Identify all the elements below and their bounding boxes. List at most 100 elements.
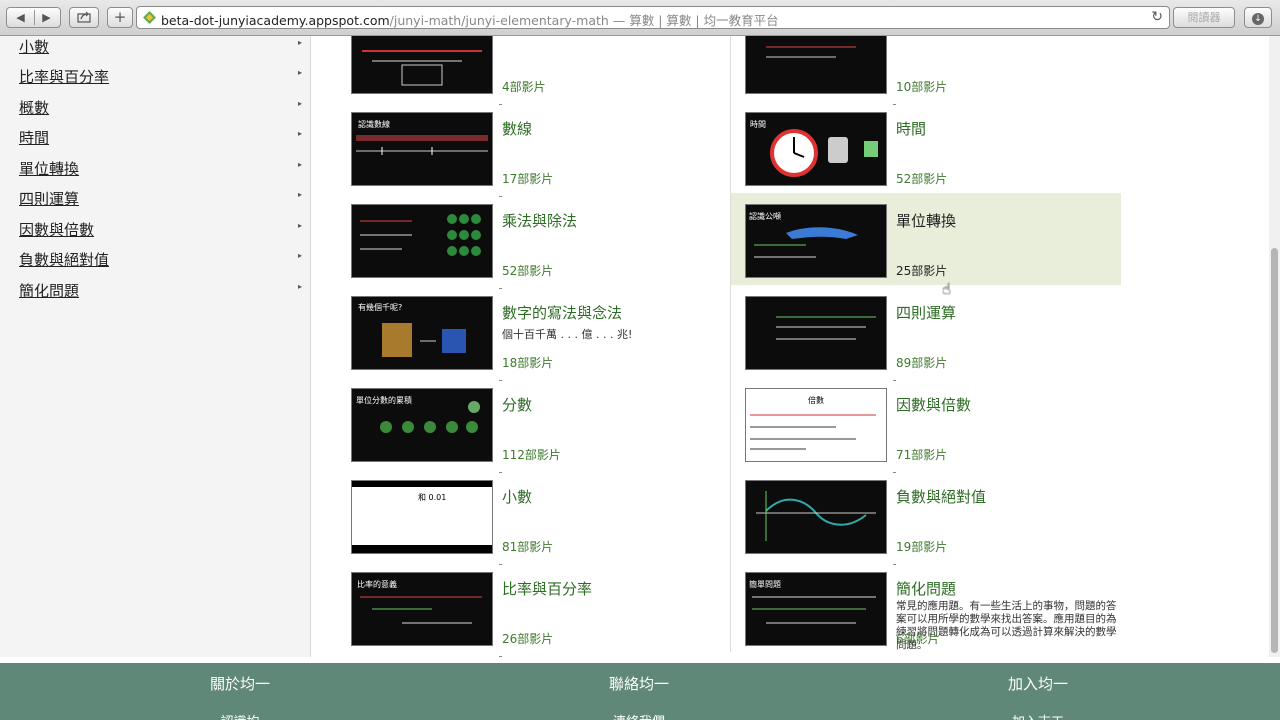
thumbnail-caption: 簡單問題 xyxy=(749,580,781,589)
downloads-button[interactable]: ↓ xyxy=(1244,7,1272,28)
nav-buttons: ◀ ▶ xyxy=(6,7,61,28)
video-thumbnail: 單位分數的累積 xyxy=(351,388,493,462)
video-count: 6部影片 xyxy=(896,632,940,646)
topic-card[interactable]: 10部影片 xyxy=(731,36,1121,110)
chevron-right-icon: ▸ xyxy=(297,38,302,47)
topic-grid: 4部影片 認識數線 數線 17部影片 乘法與除法 52部影片 有幾個千呢? 數字… xyxy=(311,36,1269,657)
url-text: beta-dot-junyiacademy.appspot.com/junyi-… xyxy=(161,10,779,29)
video-count: 17部影片 xyxy=(502,172,554,186)
thumbnail-caption: 倍數 xyxy=(808,396,824,405)
topic-title[interactable]: 數線 xyxy=(502,118,532,139)
page-title: — 算數 | 算數 | 均一教育平台 xyxy=(608,13,779,28)
chevron-right-icon: ▸ xyxy=(297,160,302,169)
sidebar-item-estimation[interactable]: 概數 ▸ xyxy=(19,97,304,118)
sidebar-item-time[interactable]: 時間 ▸ xyxy=(19,127,304,148)
topic-card-highlighted[interactable]: 認識公噸 單位轉換 25部影片 xyxy=(731,193,1121,285)
forward-icon[interactable]: ▶ xyxy=(34,8,60,27)
thumbnail-graphic xyxy=(770,129,878,177)
reader-button[interactable]: 閱讀器 xyxy=(1173,7,1235,28)
sidebar-item-arithmetic[interactable]: 四則運算 ▸ xyxy=(19,188,304,209)
topic-card[interactable]: 倍數 因數與倍數 71部影片 xyxy=(731,386,1121,478)
video-count: 52部影片 xyxy=(502,264,554,278)
thumbnail-caption: 認識公噸 xyxy=(749,212,781,221)
address-bar[interactable]: beta-dot-junyiacademy.appspot.com/junyi-… xyxy=(136,6,1170,29)
sidebar-item-decimal[interactable]: 小數 ▸ xyxy=(19,36,304,57)
sidebar-item-label: 概數 xyxy=(19,99,50,117)
chevron-right-icon: ▸ xyxy=(297,190,302,199)
footer-about-link[interactable]: 認識均 xyxy=(27,711,453,720)
video-thumbnail: 時間 xyxy=(745,112,887,186)
topic-card[interactable]: 簡單問題 簡化問題 常見的應用題。有一些生活上的事物，問題的答案可以用所學的數學… xyxy=(731,570,1121,657)
topic-card[interactable]: 和 0.01 小數 81部影片 xyxy=(311,478,701,570)
thumbnail-caption: 認識數線 xyxy=(358,120,390,129)
sidebar-item-negative[interactable]: 負數與絕對值 ▸ xyxy=(19,249,304,270)
topic-card[interactable]: 時間 時間 52部影片 xyxy=(731,110,1121,202)
thumbnail-caption: 比率的意義 xyxy=(357,580,397,589)
video-thumbnail: 有幾個千呢? xyxy=(351,296,493,370)
topic-title[interactable]: 數字的寫法與念法 xyxy=(502,302,622,323)
nav-separator xyxy=(34,10,35,25)
sidebar-item-label: 時間 xyxy=(19,129,50,147)
topic-title[interactable]: 簡化問題 xyxy=(896,578,956,599)
topic-card[interactable]: 乘法與除法 52部影片 xyxy=(311,202,701,294)
topic-card[interactable]: 4部影片 xyxy=(311,36,701,110)
topic-card[interactable]: 有幾個千呢? 數字的寫法與念法 個十百千萬 . . . 億 . . . 兆! 1… xyxy=(311,294,701,386)
reload-icon[interactable]: ↻ xyxy=(1151,9,1163,25)
url-path: /junyi-math/junyi-elementary-math xyxy=(389,13,609,28)
download-icon: ↓ xyxy=(1252,13,1264,25)
topic-card[interactable]: 認識數線 數線 17部影片 xyxy=(311,110,701,202)
topic-card[interactable]: 負數與絕對值 19部影片 xyxy=(731,478,1121,570)
card-tick xyxy=(499,196,502,197)
sidebar-item-factors[interactable]: 因數與倍數 ▸ xyxy=(19,219,304,240)
video-thumbnail: 比率的意義 xyxy=(351,572,493,646)
video-count: 112部影片 xyxy=(502,448,561,462)
topic-title[interactable]: 乘法與除法 xyxy=(502,210,577,231)
thumbnail-caption: 和 0.01 xyxy=(418,493,447,502)
video-thumbnail: 認識公噸 xyxy=(745,204,887,278)
thumbnail-graphic xyxy=(362,50,482,86)
topic-title[interactable]: 小數 xyxy=(502,486,532,507)
topic-title[interactable]: 單位轉換 xyxy=(896,210,956,231)
thumbnail-graphic xyxy=(776,316,876,340)
share-button[interactable] xyxy=(69,7,99,28)
site-footer: 關於均一 聯絡均一 加入均一 認識均 連絡我們 加入志工 xyxy=(0,663,1280,720)
video-count: 52部影片 xyxy=(896,172,948,186)
footer-join-heading[interactable]: 加入均一 xyxy=(825,673,1251,694)
thumbnail-caption: 有幾個千呢? xyxy=(358,303,403,312)
topic-card[interactable]: 比率的意義 比率與百分率 26部影片 xyxy=(311,570,701,657)
topic-title[interactable]: 比率與百分率 xyxy=(502,578,592,599)
topic-title[interactable]: 時間 xyxy=(896,118,926,139)
footer-join-link[interactable]: 加入志工 xyxy=(825,711,1251,720)
sidebar-item-word-problems[interactable]: 簡化問題 ▸ xyxy=(19,280,304,301)
video-count: 19部影片 xyxy=(896,540,948,554)
topic-title[interactable]: 四則運算 xyxy=(896,302,956,323)
footer-contact-link[interactable]: 連絡我們 xyxy=(426,711,852,720)
video-thumbnail: 倍數 xyxy=(745,388,887,462)
sidebar-item-label: 因數與倍數 xyxy=(19,221,95,239)
topic-title[interactable]: 分數 xyxy=(502,394,532,415)
footer-about-heading[interactable]: 關於均一 xyxy=(27,673,453,694)
topic-title[interactable]: 因數與倍數 xyxy=(896,394,971,415)
add-bookmark-button[interactable]: + xyxy=(107,7,133,28)
sidebar-item-unit-conversion[interactable]: 單位轉換 ▸ xyxy=(19,158,304,179)
browser-toolbar: ◀ ▶ + beta-dot-junyiacademy.appspot.com/j… xyxy=(0,0,1280,36)
page-scrollbar[interactable] xyxy=(1269,36,1280,657)
chevron-right-icon: ▸ xyxy=(297,221,302,230)
url-domain: beta-dot-junyiacademy.appspot.com xyxy=(161,13,390,28)
sidebar-item-label: 比率與百分率 xyxy=(19,68,110,86)
video-count: 81部影片 xyxy=(502,540,554,554)
card-tick xyxy=(893,380,896,381)
scrollbar-thumb[interactable] xyxy=(1271,248,1278,653)
sidebar-item-label: 負數與絕對值 xyxy=(19,251,110,269)
topic-card[interactable]: 四則運算 89部影片 xyxy=(731,294,1121,386)
video-count: 26部影片 xyxy=(502,632,554,646)
topic-title[interactable]: 負數與絕對值 xyxy=(896,486,986,507)
footer-contact-heading[interactable]: 聯絡均一 xyxy=(426,673,852,694)
chevron-right-icon: ▸ xyxy=(297,68,302,77)
back-icon[interactable]: ◀ xyxy=(8,8,34,27)
card-tick xyxy=(499,380,502,381)
topic-card[interactable]: 單位分數的累積 分數 112部影片 xyxy=(311,386,701,478)
video-thumbnail xyxy=(745,296,887,370)
thumbnail-graphic xyxy=(756,491,876,541)
sidebar-item-ratio[interactable]: 比率與百分率 ▸ xyxy=(19,66,304,87)
